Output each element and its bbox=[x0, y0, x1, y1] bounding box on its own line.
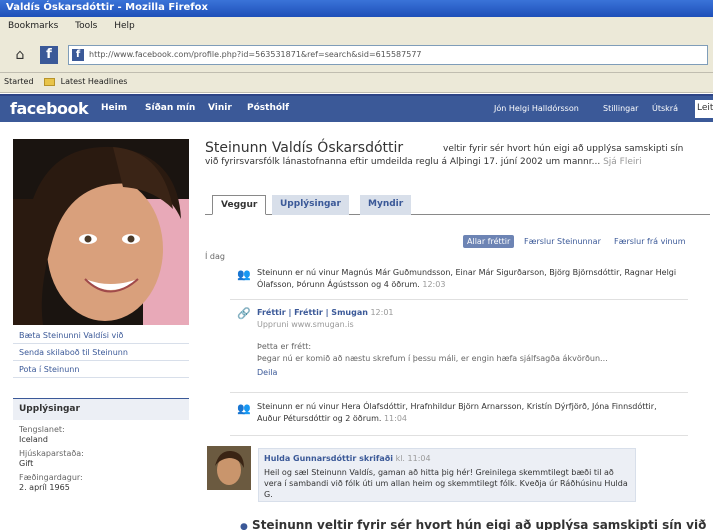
filter-friends-posts[interactable]: Færslur frá vinum bbox=[614, 237, 685, 246]
tab-info[interactable]: Upplýsingar bbox=[272, 195, 349, 215]
info-title: Upplýsingar bbox=[13, 398, 189, 420]
info-value-network[interactable]: Iceland bbox=[19, 435, 183, 444]
site-favicon-icon: f bbox=[72, 49, 84, 61]
nav-settings[interactable]: Stillingar bbox=[603, 104, 638, 113]
feed-story-friends-2: Steinunn er nú vinur Hera Ólafsdóttir, H… bbox=[257, 401, 677, 425]
link-icon: 🔗 bbox=[237, 307, 251, 320]
feed-divider bbox=[230, 299, 688, 300]
story-2-subtitle: Þetta er frétt: bbox=[257, 342, 312, 351]
profile-photo[interactable] bbox=[13, 139, 189, 325]
menu-bar: Bookmarks Tools Help bbox=[0, 17, 713, 37]
facebook-favicon-icon: f bbox=[40, 46, 58, 64]
info-value-birthday: 2. apríl 1965 bbox=[19, 483, 70, 492]
window-title: Valdís Óskarsdóttir - Mozilla Firefox bbox=[6, 2, 208, 13]
day-heading: Í dag bbox=[205, 252, 225, 261]
rss-folder-icon bbox=[44, 77, 56, 86]
tab-photos[interactable]: Myndir bbox=[360, 195, 412, 215]
post-time: kl. 11:04 bbox=[395, 454, 431, 463]
send-message-link[interactable]: Senda skilaboð til Steinunn bbox=[13, 344, 189, 361]
bookmark-latest-headlines[interactable]: Latest Headlines bbox=[61, 77, 128, 86]
wall-post: Hulda Gunnarsdóttir skrifaði kl. 11:04 H… bbox=[258, 448, 636, 502]
story-2-source[interactable]: Uppruni www.smugan.is bbox=[257, 319, 677, 331]
profile-photo-image bbox=[13, 139, 189, 325]
post-author[interactable]: Hulda Gunnarsdóttir skrifaði bbox=[264, 454, 393, 463]
nav-inbox[interactable]: Pósthólf bbox=[247, 103, 289, 113]
post-text: Heil og sæl Steinunn Valdís, gaman að hi… bbox=[264, 468, 628, 499]
menu-bookmarks[interactable]: Bookmarks bbox=[8, 21, 58, 31]
facebook-logo[interactable]: facebook bbox=[10, 99, 89, 118]
friends-icon: 👥 bbox=[237, 268, 251, 281]
home-icon[interactable]: ⌂ bbox=[10, 45, 30, 65]
url-text: http://www.facebook.com/profile.php?id=5… bbox=[89, 50, 422, 59]
bottom-status-label: Steinunn veltir fyrir sér hvort hún eigi… bbox=[252, 518, 707, 530]
story-3-time: 11:04 bbox=[383, 414, 408, 423]
tab-wall[interactable]: Veggur bbox=[212, 195, 267, 215]
story-1-time: 12:03 bbox=[422, 280, 446, 289]
facebook-header: facebook Heim Síðan mín Vinir Pósthólf J… bbox=[0, 94, 713, 122]
status-bottom-text: ● Steinunn veltir fyrir sér hvort hún ei… bbox=[240, 518, 706, 530]
info-label-birthday: Fæðingardagur: bbox=[19, 473, 83, 482]
feed-divider bbox=[230, 435, 688, 436]
window-title-bar: Valdís Óskarsdóttir - Mozilla Firefox bbox=[0, 0, 713, 17]
story-2-title[interactable]: Fréttir | Fréttir | Smugan bbox=[257, 308, 368, 317]
poke-link[interactable]: Pota í Steinunn bbox=[13, 361, 189, 378]
bookmark-started[interactable]: Started bbox=[4, 77, 34, 86]
story-2-quote: Þegar nú er komið að næstu skrefum í þes… bbox=[257, 354, 608, 363]
status-see-more[interactable]: Sjá Fleiri bbox=[603, 157, 642, 167]
feed-story-link: Fréttir | Fréttir | Smugan 12:01 Uppruni… bbox=[257, 307, 677, 379]
nav-user-name[interactable]: Jón Helgi Halldórsson bbox=[494, 104, 579, 113]
share-link[interactable]: Deila bbox=[257, 367, 677, 379]
poster-avatar-image bbox=[207, 446, 251, 490]
poster-avatar[interactable] bbox=[207, 446, 251, 490]
filter-own-posts[interactable]: Færslur Steinunnar bbox=[524, 237, 601, 246]
profile-tabs: Veggur Upplýsingar Myndir bbox=[205, 193, 710, 215]
menu-help[interactable]: Help bbox=[114, 21, 135, 31]
info-value-relationship: Gift bbox=[19, 459, 34, 468]
nav-my-page[interactable]: Síðan mín bbox=[145, 103, 195, 113]
info-label-relationship: Hjúskaparstaða: bbox=[19, 449, 84, 458]
menu-tools[interactable]: Tools bbox=[75, 21, 97, 31]
feed-story-friends-1: Steinunn er nú vinur Magnús Már Guðmunds… bbox=[257, 267, 677, 291]
search-input[interactable]: Leit bbox=[695, 100, 713, 118]
nav-friends[interactable]: Vinir bbox=[208, 103, 232, 113]
info-box: Upplýsingar Tengslanet: Iceland Hjúskapa… bbox=[13, 398, 189, 530]
friends-icon: 👥 bbox=[237, 402, 251, 415]
nav-logout[interactable]: Útskrá bbox=[652, 104, 678, 113]
pin-icon: ● bbox=[240, 522, 248, 530]
story-3-text: Steinunn er nú vinur Hera Ólafsdóttir, H… bbox=[257, 402, 657, 423]
profile-status: veltir fyrir sér hvort hún eigi að upplý… bbox=[205, 143, 685, 169]
story-2-time: 12:01 bbox=[370, 308, 394, 317]
bookmarks-toolbar: Started Latest Headlines bbox=[0, 73, 713, 93]
nav-home[interactable]: Heim bbox=[101, 103, 127, 113]
filter-all-label: Allar fréttir bbox=[463, 235, 515, 248]
add-friend-link[interactable]: Bæta Steinunni Valdísi við bbox=[13, 327, 189, 344]
feed-divider bbox=[230, 392, 688, 393]
navigation-toolbar: ⌂ f f http://www.facebook.com/profile.ph… bbox=[0, 37, 713, 73]
url-input[interactable]: f http://www.facebook.com/profile.php?id… bbox=[68, 45, 708, 65]
info-label-network: Tengslanet: bbox=[19, 425, 65, 434]
story-1-text: Steinunn er nú vinur Magnús Már Guðmunds… bbox=[257, 268, 677, 289]
filter-all[interactable]: Allar fréttir bbox=[463, 235, 515, 248]
profile-actions: Bæta Steinunni Valdísi við Senda skilabo… bbox=[13, 327, 189, 378]
